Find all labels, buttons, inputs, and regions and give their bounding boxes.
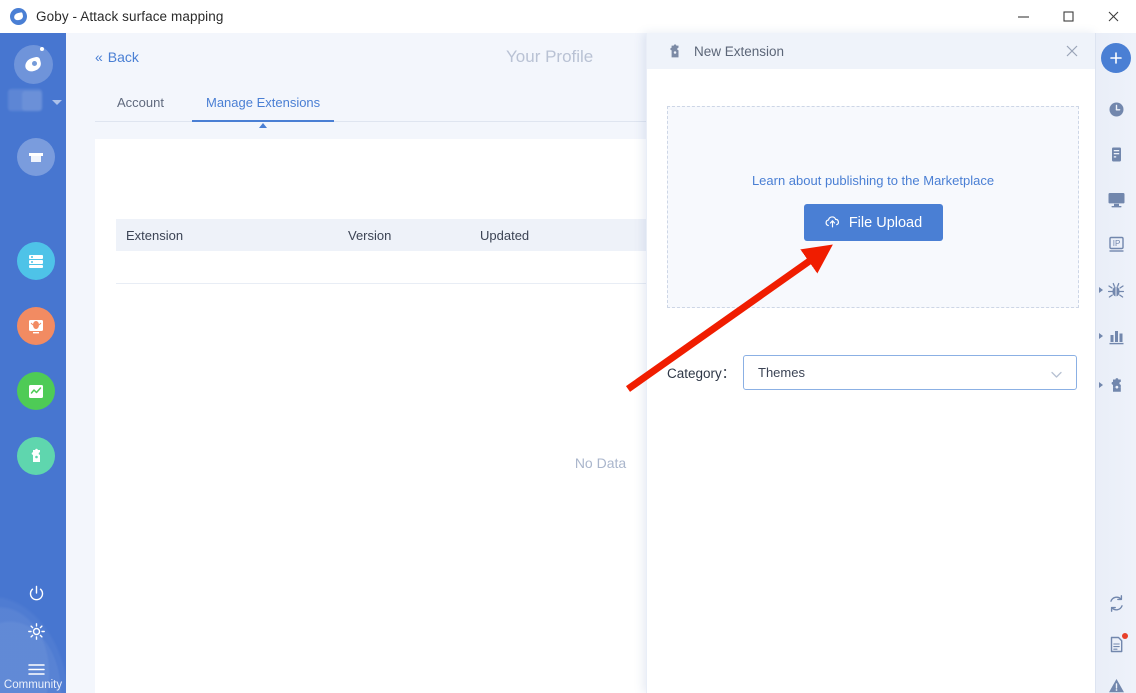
drawer-header: New Extension <box>647 33 1097 69</box>
rail-item-ip[interactable]: IP <box>1096 230 1136 258</box>
application-window: Goby - Attack surface mapping Community … <box>0 0 1136 693</box>
cloud-upload-icon <box>824 214 841 231</box>
close-icon[interactable] <box>1091 0 1136 33</box>
left-sidebar: Community <box>0 33 66 693</box>
category-row: Category： Themes <box>667 354 1081 390</box>
vulnerability-bug-icon <box>29 320 43 334</box>
rail-item-statistics[interactable] <box>1096 322 1136 350</box>
sidebar-item-extensions[interactable] <box>17 437 55 475</box>
close-icon[interactable] <box>1063 42 1081 60</box>
asset-list-icon <box>29 255 43 268</box>
column-header-updated: Updated <box>480 227 530 243</box>
sidebar-item-statistics[interactable] <box>17 372 55 410</box>
menu-hamburger-icon <box>27 663 45 675</box>
tab-manage-extensions-label: Manage Extensions <box>205 94 321 110</box>
extensions-puzzle-icon <box>31 448 40 462</box>
back-button[interactable]: « Back <box>95 49 139 65</box>
right-icon-rail: IP <box>1095 33 1136 693</box>
puzzle-piece-icon <box>1111 377 1121 392</box>
rail-item-history[interactable] <box>1096 95 1136 123</box>
active-tab-pointer-icon <box>259 123 268 128</box>
minimize-icon[interactable] <box>1001 0 1046 33</box>
tab-manage-extensions[interactable]: Manage Extensions <box>191 83 335 128</box>
back-label: Back <box>107 49 139 65</box>
window-controls <box>1001 0 1136 33</box>
server-icon <box>1111 147 1121 161</box>
rail-item-warnings[interactable] <box>1096 671 1136 693</box>
sidebar-power-button[interactable] <box>17 578 55 608</box>
sidebar-item-assets[interactable] <box>17 242 55 280</box>
title-bar: Goby - Attack surface mapping <box>0 0 1136 34</box>
chevron-double-left-icon: « <box>95 49 103 65</box>
sidebar-account-switcher[interactable] <box>0 33 66 125</box>
sidebar-item-scan[interactable] <box>17 138 55 176</box>
scan-icon <box>29 153 43 162</box>
category-label: Category： <box>667 366 736 381</box>
sidebar-settings-button[interactable] <box>17 616 55 646</box>
bug-icon <box>1107 282 1125 298</box>
monitor-icon <box>1108 192 1124 207</box>
sidebar-community-label: Community <box>3 679 63 691</box>
column-header-extension: Extension <box>126 227 184 243</box>
history-clock-icon <box>1109 102 1123 116</box>
marketplace-publishing-link[interactable]: Learn about publishing to the Marketplac… <box>752 173 994 188</box>
file-upload-button[interactable]: File Upload <box>803 204 943 241</box>
rail-item-monitor[interactable] <box>1096 185 1136 213</box>
warning-triangle-icon <box>1108 678 1124 692</box>
rail-item-extensions[interactable] <box>1096 371 1136 399</box>
log-notification-badge <box>1122 633 1128 639</box>
svg-text:IP: IP <box>1112 239 1120 248</box>
rail-item-assets[interactable] <box>1096 140 1136 168</box>
settings-gear-icon <box>27 622 45 640</box>
maximize-icon[interactable] <box>1046 0 1091 33</box>
file-dropzone[interactable]: Learn about publishing to the Marketplac… <box>667 106 1079 308</box>
rail-item-logs[interactable] <box>1096 630 1136 658</box>
account-name-blurred-2 <box>22 91 42 111</box>
sidebar-item-vulnerabilities[interactable] <box>17 307 55 345</box>
new-extension-drawer: New Extension Learn about publishing to … <box>646 33 1097 693</box>
page-title: Your Profile <box>506 47 594 66</box>
statistics-chart-icon <box>29 385 43 398</box>
logo-dot-icon <box>40 47 44 51</box>
puzzle-piece-icon <box>666 43 683 60</box>
tab-account-label: Account <box>117 94 164 110</box>
rail-item-refresh[interactable] <box>1096 589 1136 617</box>
power-icon <box>29 585 43 600</box>
column-header-version: Version <box>348 227 392 243</box>
expand-arrow-icon <box>1099 333 1103 339</box>
chevron-down-icon <box>1050 367 1063 385</box>
tab-account[interactable]: Account <box>113 83 168 121</box>
ip-label-icon: IP <box>1108 236 1124 252</box>
window-title: Goby - Attack surface mapping <box>36 9 224 24</box>
goby-fish-logo-icon <box>14 45 53 84</box>
refresh-sync-icon <box>1109 594 1123 612</box>
file-upload-label: File Upload <box>848 214 923 231</box>
expand-arrow-icon <box>1099 287 1103 293</box>
chevron-down-icon[interactable] <box>52 100 62 105</box>
drawer-title: New Extension <box>694 43 785 59</box>
category-select[interactable]: Themes <box>743 354 1077 390</box>
add-task-button[interactable] <box>1101 43 1131 73</box>
category-selected-value: Themes <box>758 364 805 380</box>
goby-fish-logo-icon <box>10 8 27 25</box>
expand-arrow-icon <box>1099 382 1103 388</box>
rail-item-vulnerabilities[interactable] <box>1096 276 1136 304</box>
plus-icon <box>1110 52 1122 64</box>
bar-chart-icon <box>1109 330 1124 344</box>
